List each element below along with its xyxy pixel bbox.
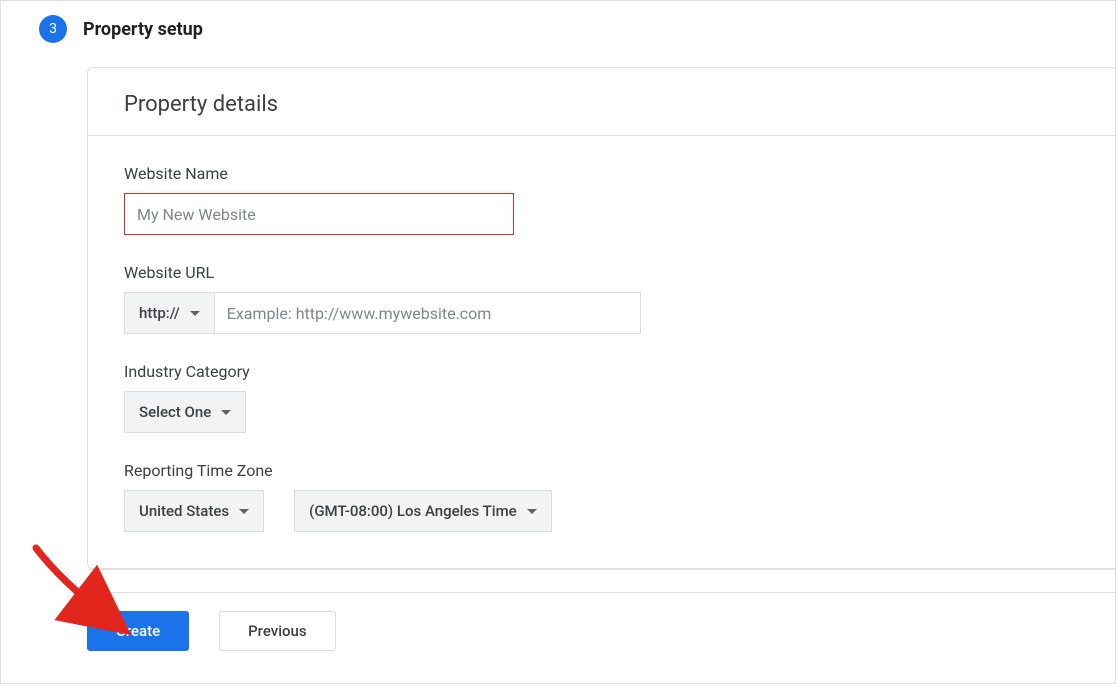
card-body: Website Name Website URL http:// Industr… xyxy=(88,136,1115,568)
step-title: Property setup xyxy=(83,19,203,40)
protocol-select[interactable]: http:// xyxy=(124,292,215,334)
industry-category-group: Industry Category Select One xyxy=(124,362,1079,433)
website-name-input[interactable] xyxy=(124,193,514,235)
website-url-group: Website URL http:// xyxy=(124,263,1079,334)
property-details-card: Property details Website Name Website UR… xyxy=(87,67,1115,569)
website-url-input[interactable] xyxy=(215,292,641,334)
website-name-label: Website Name xyxy=(124,164,1079,183)
timezone-zone-value: (GMT-08:00) Los Angeles Time xyxy=(309,502,517,520)
chevron-down-icon xyxy=(239,509,249,514)
industry-category-select[interactable]: Select One xyxy=(124,391,246,433)
timezone-country-value: United States xyxy=(139,502,229,520)
chevron-down-icon xyxy=(221,410,231,415)
previous-button[interactable]: Previous xyxy=(219,611,336,651)
timezone-group: Reporting Time Zone United States (GMT-0… xyxy=(124,461,1079,532)
create-button[interactable]: Create xyxy=(87,611,189,651)
timezone-zone-select[interactable]: (GMT-08:00) Los Angeles Time xyxy=(294,490,552,532)
website-url-label: Website URL xyxy=(124,263,1079,282)
divider-strip xyxy=(87,569,1115,593)
timezone-country-select[interactable]: United States xyxy=(124,490,264,532)
chevron-down-icon xyxy=(527,509,537,514)
protocol-select-value: http:// xyxy=(139,304,180,322)
industry-category-label: Industry Category xyxy=(124,362,1079,381)
website-name-group: Website Name xyxy=(124,164,1079,235)
step-number-badge: 3 xyxy=(39,15,67,43)
industry-category-value: Select One xyxy=(139,403,211,421)
footer-actions: Create Previous xyxy=(1,593,1115,651)
card-header: Property details xyxy=(88,68,1115,136)
timezone-label: Reporting Time Zone xyxy=(124,461,1079,480)
step-header: 3 Property setup xyxy=(1,1,1115,43)
chevron-down-icon xyxy=(190,311,200,316)
